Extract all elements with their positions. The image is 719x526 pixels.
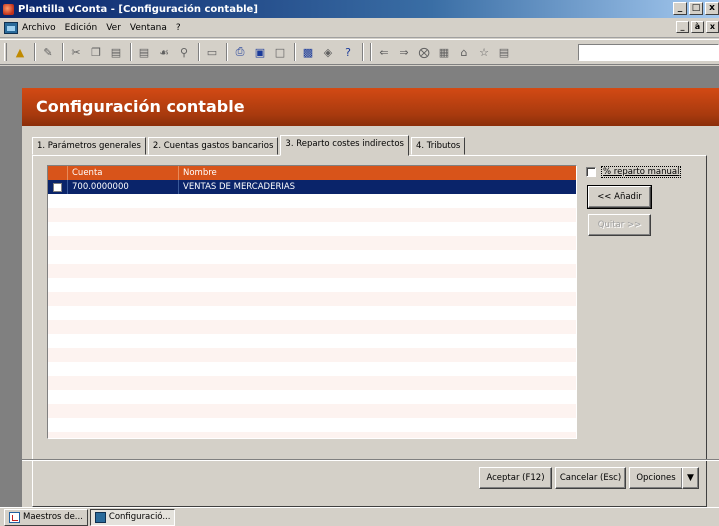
app-icon [3,3,14,15]
add-button[interactable]: << Añadir [587,185,652,209]
accounts-grid[interactable]: Cuenta Nombre 700.0000000 VENTAS DE MERC… [47,165,577,439]
toolbar-separator [362,43,364,61]
window-icon[interactable]: ▩ [299,43,317,61]
mdi-close-button[interactable]: x [706,21,719,33]
toolbar-grip[interactable] [4,43,7,61]
favorites-icon[interactable]: ☆ [475,43,493,61]
task-label: Maestros de... [23,512,83,522]
toolbar-separator [62,43,64,61]
cancel-button[interactable]: Cancelar (Esc) [555,467,626,489]
cut-icon[interactable]: ✂ [67,43,85,61]
window-title: Plantilla vConta - [Configuración contab… [18,3,258,15]
toolbar-separator [198,43,200,61]
toolbar: ▲ ✎ ✂ ❐ ▤ ▤ ☙ ⚲ ▭ ⎙ ▣ □ ▩ ◈ ? ⇐ ⇒ ⨂ ▦ ⌂ … [0,39,719,65]
tab-reparto-costes-indirectos[interactable]: 3. Reparto costes indirectos [280,135,409,156]
task-maestros[interactable]: Maestros de... [4,508,88,526]
task-configuracion[interactable]: Configuració... [89,508,176,526]
cell-nombre[interactable]: VENTAS DE MERCADERIAS [179,180,576,194]
tag-icon[interactable]: ◈ [319,43,337,61]
table-row[interactable]: 700.0000000 VENTAS DE MERCADERIAS [48,180,576,194]
form-icon [94,511,106,523]
print-preview-icon[interactable]: ▣ [251,43,269,61]
open-folder-icon[interactable]: ▲ [11,43,29,61]
cell-cuenta[interactable]: 700.0000000 [68,180,179,194]
toolbar-separator [370,43,372,61]
toolbar-separator [294,43,296,61]
delete-icon[interactable]: ▤ [135,43,153,61]
accept-button[interactable]: Aceptar (F12) [479,467,552,489]
manual-split-checkbox[interactable] [586,167,596,177]
paste-icon[interactable]: ▤ [107,43,125,61]
search-icon[interactable]: ⚲ [175,43,193,61]
toolbar-separator [226,43,228,61]
menu-edicion[interactable]: Edición [65,23,98,33]
edit-icon[interactable]: ✎ [39,43,57,61]
title-bar: Plantilla vConta - [Configuración contab… [0,0,719,18]
side-controls: % reparto manual << Añadir Quitar >> [586,165,698,236]
window-controls: _ □ x [671,2,719,15]
column-header-nombre[interactable]: Nombre [179,166,576,180]
address-input[interactable] [578,44,719,61]
footer-divider [22,459,719,461]
mdi-restore-button[interactable]: à [691,21,704,33]
mdi-window-icon[interactable] [4,21,18,34]
mdi-workspace: Configuración contable 1. Parámetros gen… [0,66,719,507]
menu-bar: Archivo Edición Ver Ventana ? _ à x [0,18,719,38]
menu-archivo[interactable]: Archivo [22,23,56,33]
task-label: Configuració... [108,512,171,522]
maximize-button[interactable]: □ [689,2,703,15]
menu-help[interactable]: ? [176,23,181,33]
manual-split-label[interactable]: % reparto manual [601,166,682,178]
record-icon[interactable]: ▤ [495,43,513,61]
options-dropdown-icon[interactable]: ▼ [682,467,699,489]
refresh-icon[interactable]: ▦ [435,43,453,61]
tab-panel: Cuenta Nombre 700.0000000 VENTAS DE MERC… [32,155,707,507]
menu-ver[interactable]: Ver [106,23,121,33]
back-arrow-icon[interactable]: ⇐ [375,43,393,61]
remove-button[interactable]: Quitar >> [588,214,651,236]
close-button[interactable]: x [705,2,719,15]
tab-cuentas-gastos-bancarios[interactable]: 2. Cuentas gastos bancarios [147,137,279,155]
row-checkbox[interactable] [53,182,62,192]
grid-header: Cuenta Nombre [48,166,576,180]
menu-ventana[interactable]: Ventana [130,23,167,33]
layout-icon[interactable]: □ [271,43,289,61]
print-icon[interactable]: ⎙ [231,43,249,61]
page-title: Configuración contable [22,88,719,126]
config-window: Configuración contable 1. Parámetros gen… [22,88,719,507]
tab-tributos[interactable]: 4. Tributos [410,137,466,155]
mdi-controls: _ à x [674,21,719,33]
minimize-button[interactable]: _ [673,2,687,15]
manual-split-option[interactable]: % reparto manual [586,165,698,179]
help-icon[interactable]: ? [339,43,357,61]
tab-strip: 1. Parámetros generales 2. Cuentas gasto… [32,135,467,156]
toolbar-separator [130,43,132,61]
stop-icon[interactable]: ⨂ [415,43,433,61]
home-icon[interactable]: ⌂ [455,43,473,61]
column-header-cuenta[interactable]: Cuenta [68,166,179,180]
tab-parametros-generales[interactable]: 1. Parámetros generales [32,137,146,155]
window-taskbar: Maestros de... Configuració... [0,507,719,526]
copy-icon[interactable]: ❐ [87,43,105,61]
clear-icon[interactable]: ▭ [203,43,221,61]
forward-arrow-icon[interactable]: ⇒ [395,43,413,61]
grid-header-selector [48,166,68,180]
row-selector[interactable] [48,180,68,194]
toolbar-separator [34,43,36,61]
tree-icon [9,511,20,523]
find-icon[interactable]: ☙ [155,43,173,61]
options-button[interactable]: Opciones [629,467,683,489]
mdi-minimize-button[interactable]: _ [676,21,689,33]
